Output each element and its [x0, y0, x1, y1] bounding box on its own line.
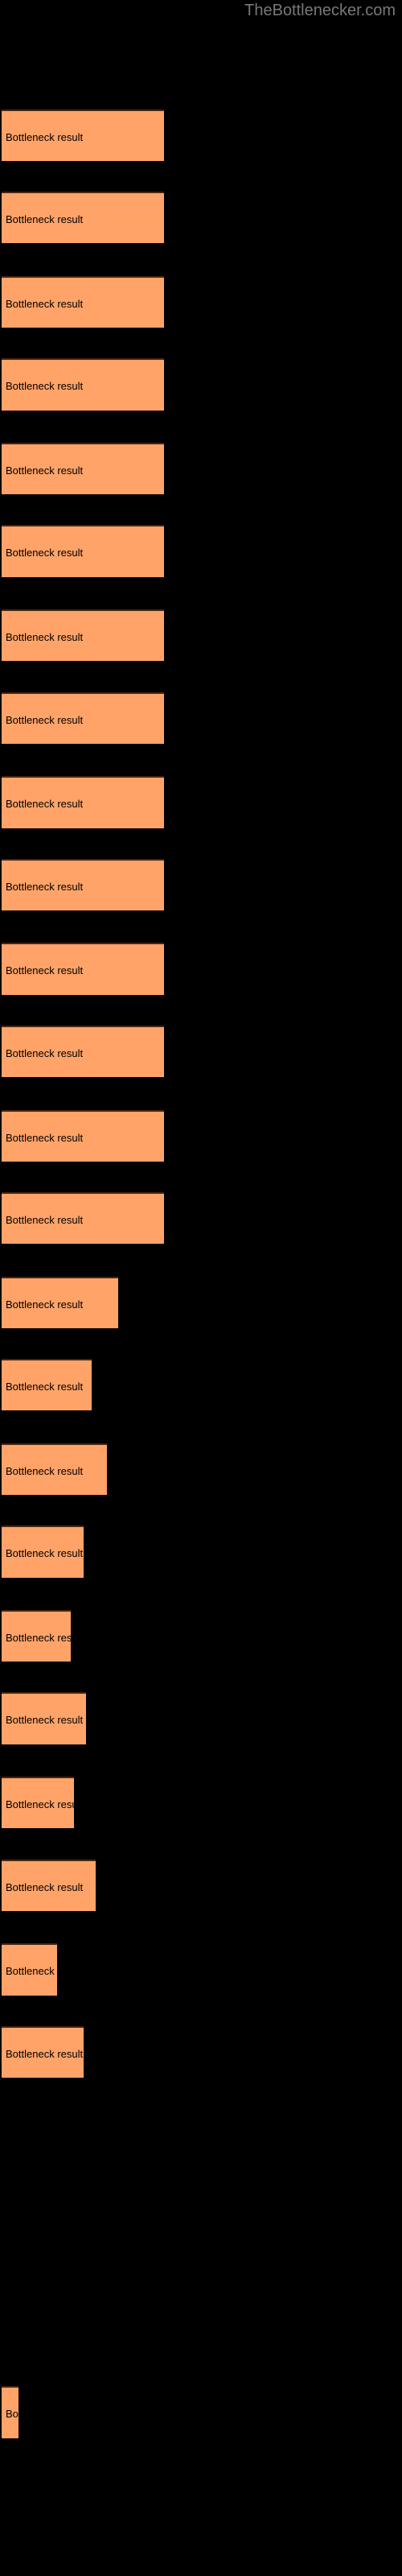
bar-label-clip: Bottleneck result	[2, 276, 164, 328]
bar-label-clip: Bottleneck result	[2, 859, 164, 910]
bar-label-clip: Bottleneck result	[2, 943, 164, 994]
bar-label-clip: Bottleneck result	[2, 1943, 57, 1995]
bar-label: Bottleneck result	[6, 631, 84, 644]
bar-label-clip: Bottleneck result	[2, 109, 164, 161]
bar-label-clip: Bottleneck result	[2, 692, 164, 744]
bar-label: Bottleneck result	[6, 547, 84, 559]
bar-label-clip: Bottleneck result	[2, 1777, 74, 1828]
bar-label-clip: Bottleneck result	[2, 525, 164, 576]
bar-label: Bottleneck result	[6, 297, 84, 310]
bar-label: Bottleneck result	[6, 1965, 57, 1978]
bar-label-clip: Bottleneck result	[2, 1359, 92, 1410]
bar-label-clip: Bottleneck result	[2, 1860, 96, 1911]
bar-label-clip: Bottleneck result	[2, 1192, 164, 1244]
bar-label-clip: Bottleneck result	[2, 1692, 86, 1744]
bar-label: Bottleneck result	[6, 1547, 84, 1560]
bar-label: Bottleneck result	[6, 130, 84, 143]
bar-label-clip: Bottleneck result	[2, 443, 164, 494]
bar-label: Bottleneck result	[6, 1632, 71, 1645]
bar-label-clip: Bottleneck result	[2, 1525, 84, 1577]
bar-series: Bottleneck result Bottleneck result Bottle…	[0, 0, 402, 2576]
bar-label: Bottleneck result	[6, 1880, 84, 1893]
bar-label: Bottleneck result	[6, 1798, 74, 1811]
bar-label-clip: Bottleneck result	[2, 609, 164, 661]
bar-label-clip: Bottleneck result	[2, 2026, 84, 2078]
bar-label-clip: Bottleneck result	[2, 1443, 107, 1495]
bar-label-clip: Bottleneck result	[2, 776, 164, 828]
bar-label: Bottleneck result	[6, 1213, 84, 1226]
bar-label: Bottleneck result	[6, 380, 84, 393]
bar-label-clip: Bottleneck result	[2, 192, 164, 243]
bar-label: Bottleneck result	[6, 213, 84, 226]
bar-label-clip: Bottleneck result	[2, 1610, 71, 1662]
bar-label: Bottleneck result	[6, 1298, 84, 1311]
bar-label-clip: Bottleneck result	[2, 1277, 118, 1328]
bar-label: Bottleneck result	[6, 1046, 84, 1059]
bar-label: Bottleneck result	[6, 464, 84, 477]
bar-label: Bottleneck result	[6, 713, 84, 726]
bar-label-clip: Bottleneck result	[2, 1026, 164, 1077]
bar-label: Bottleneck result	[6, 1464, 84, 1477]
bar-label: Bottleneck result	[6, 1381, 84, 1393]
bar-label-clip: Bottleneck result	[2, 2386, 18, 2438]
bar-label-clip: Bottleneck result	[2, 358, 164, 410]
bar-label: Bottleneck result	[6, 880, 84, 893]
bar-label: Bottleneck result	[6, 964, 84, 977]
bar-label: Bottleneck result	[6, 2408, 18, 2421]
bar-label: Bottleneck result	[6, 1714, 84, 1727]
bar-label-clip: Bottleneck result	[2, 1110, 164, 1162]
bar-label: Bottleneck result	[6, 798, 84, 811]
bottleneck-chart: TheBottlenecker.com Bottleneck result Bot…	[0, 0, 402, 2576]
bar-label: Bottleneck result	[6, 1131, 84, 1144]
bar-label: Bottleneck result	[6, 2047, 84, 2060]
